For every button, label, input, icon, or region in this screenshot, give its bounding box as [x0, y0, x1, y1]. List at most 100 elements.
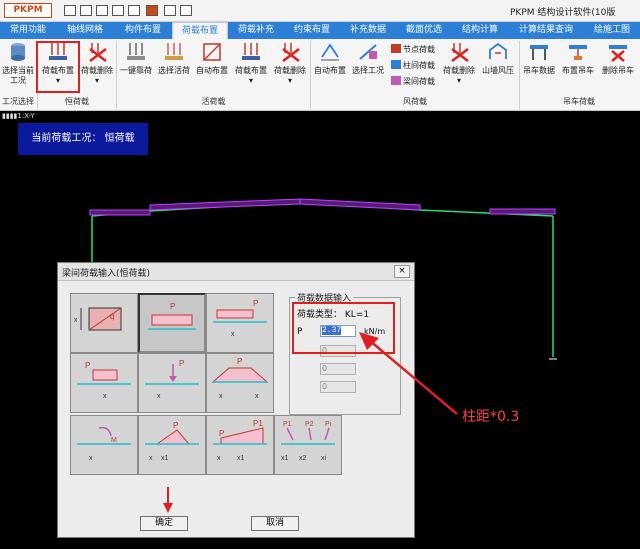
- param-input-3: 0: [320, 363, 356, 375]
- linear-load-icon: P P1 x x1: [213, 419, 267, 462]
- uniform-load-icon: P: [148, 302, 196, 330]
- load-type-5[interactable]: Px: [138, 353, 206, 413]
- ok-button[interactable]: 确定: [140, 516, 188, 531]
- delete-load-icon: [89, 43, 107, 62]
- load-type-7[interactable]: Mx: [70, 415, 138, 475]
- beam-load-icon: [391, 76, 401, 85]
- cancel-button[interactable]: 取消: [251, 516, 299, 531]
- pkpm-logo: PKPM: [4, 3, 52, 18]
- load-type-2-selected[interactable]: P: [138, 293, 206, 353]
- svg-text:x: x: [157, 393, 161, 400]
- load-type-3[interactable]: Px: [206, 293, 274, 353]
- svg-text:x: x: [149, 455, 153, 462]
- svg-text:P1: P1: [253, 419, 263, 428]
- delete-load-icon: [451, 43, 469, 62]
- trapezoid-load-icon: Px x: [211, 357, 269, 400]
- gable-wind-button[interactable]: 山墙风压: [478, 41, 518, 91]
- tab-section-opt[interactable]: 截面优选: [396, 22, 452, 39]
- node-load-icon: [391, 44, 401, 53]
- database-icon: [11, 43, 25, 61]
- report-icon[interactable]: [146, 5, 158, 16]
- live-load-delete-button[interactable]: 荷载删除 ▾: [271, 41, 309, 91]
- save-as-icon[interactable]: [80, 5, 92, 16]
- gable-wind-icon: [489, 42, 507, 59]
- redo-icon[interactable]: [180, 5, 192, 16]
- select-loadcase-button[interactable]: 选择当前 工况: [0, 41, 36, 91]
- wind-load-delete-button[interactable]: 荷载删除 ▾: [440, 41, 478, 91]
- tab-supplement-data[interactable]: 补充数据: [340, 22, 396, 39]
- svg-text:P: P: [253, 299, 258, 308]
- svg-text:P: P: [237, 357, 242, 366]
- load-strip-2: [149, 198, 301, 211]
- select-wind-case-button[interactable]: 选择工况: [349, 41, 387, 91]
- param-input-4: 0: [320, 381, 356, 393]
- svg-text:xi: xi: [321, 455, 327, 462]
- group-live-load: 活荷载: [201, 97, 226, 106]
- one-click-load-icon: [127, 43, 145, 60]
- one-click-load-button[interactable]: 一键靠荷: [117, 41, 155, 91]
- dialog-close-button[interactable]: ×: [394, 265, 410, 278]
- svg-text:q: q: [110, 312, 114, 321]
- load-type-4[interactable]: Px: [70, 353, 138, 413]
- tab-member-layout[interactable]: 构件布置: [114, 22, 172, 39]
- load-type-1[interactable]: qx: [70, 293, 138, 353]
- app-title: PKPM 结构设计软件(10版: [510, 8, 616, 18]
- tab-axis-grid[interactable]: 轴线网格: [56, 22, 114, 39]
- delete-load-icon: [282, 43, 300, 62]
- view-label: ▮▮▮▮1:X-Y: [2, 112, 35, 120]
- svg-text:x: x: [103, 393, 107, 400]
- svg-text:x: x: [74, 317, 78, 324]
- dead-load-delete-button[interactable]: 荷载删除 ▾: [78, 41, 116, 91]
- beam-load-button[interactable]: 梁间荷载: [391, 76, 435, 88]
- image-icon[interactable]: [128, 5, 140, 16]
- svg-text:P: P: [85, 361, 90, 370]
- current-loadcase-banner: 当前荷载工况： 恒荷载: [18, 123, 148, 155]
- tab-common[interactable]: 常用功能: [0, 22, 56, 39]
- triangle-load-icon: Px x1: [145, 421, 199, 462]
- open-icon[interactable]: [96, 5, 108, 16]
- svg-text:P: P: [219, 429, 224, 438]
- node-load-button[interactable]: 节点荷载: [391, 44, 435, 56]
- delete-crane-button[interactable]: 删除吊车: [598, 41, 638, 91]
- svg-text:P2: P2: [305, 421, 314, 428]
- print-icon[interactable]: [112, 5, 124, 16]
- dialog-title-bar: 梁间荷载输入(恒荷载) ×: [58, 263, 414, 281]
- load-type-6[interactable]: Px x: [206, 353, 274, 413]
- place-crane-button[interactable]: 布置吊车: [558, 41, 598, 91]
- svg-text:x: x: [89, 455, 93, 462]
- uniform-area-load-icon: qx: [74, 307, 122, 331]
- svg-text:x: x: [217, 455, 221, 462]
- tab-drawings[interactable]: 绘施工图: [584, 22, 640, 39]
- callout-arrow-icon: [359, 332, 458, 415]
- load-type-9[interactable]: P P1 x x1: [206, 415, 274, 475]
- crane-data-button[interactable]: 吊车数据: [520, 41, 558, 91]
- annotation-text: 柱距*0.3: [462, 409, 520, 425]
- tab-calculation[interactable]: 结构计算: [452, 22, 508, 39]
- partial-uniform-load-icon: Px: [213, 299, 267, 338]
- ribbon: 选择当前 工况 荷载布置 ▾ 荷载删除 ▾ 一键靠荷 选择活荷 自动布置 荷载布…: [0, 39, 640, 111]
- group-wind-load: 风荷载: [403, 97, 427, 106]
- partial-left-load-icon: Px: [77, 361, 131, 400]
- menu-bar: 常用功能 轴线网格 构件布置 荷载布置 荷载补充 约束布置 补充数据 截面优选 …: [0, 22, 640, 39]
- svg-text:x: x: [231, 331, 235, 338]
- dialog-title: 梁间荷载输入(恒荷载): [62, 269, 151, 279]
- wind-icon: [321, 43, 339, 61]
- point-load-icon: Px: [145, 359, 199, 400]
- svg-text:Pi: Pi: [325, 421, 332, 428]
- tab-load-layout[interactable]: 荷载布置: [172, 22, 228, 39]
- load-type-8[interactable]: Px x1: [138, 415, 206, 475]
- live-load-layout-button[interactable]: 荷载布置 ▾: [231, 41, 271, 91]
- select-live-load-icon: [165, 43, 183, 60]
- tab-constraint[interactable]: 约束布置: [284, 22, 340, 39]
- select-live-load-button[interactable]: 选择活荷: [155, 41, 193, 91]
- tab-results[interactable]: 计算结果查询: [508, 22, 584, 39]
- column-load-button[interactable]: 柱间荷载: [391, 60, 435, 72]
- save-icon[interactable]: [64, 5, 76, 16]
- tab-load-supplement[interactable]: 荷载补充: [228, 22, 284, 39]
- live-auto-layout-button[interactable]: 自动布置: [193, 41, 231, 91]
- svg-text:P: P: [173, 421, 178, 430]
- undo-icon[interactable]: [164, 5, 176, 16]
- load-type-10[interactable]: P1 P2 Pi x1 x2 xi: [274, 415, 342, 475]
- wind-auto-layout-button[interactable]: 自动布置: [311, 41, 349, 91]
- svg-text:P1: P1: [283, 421, 292, 428]
